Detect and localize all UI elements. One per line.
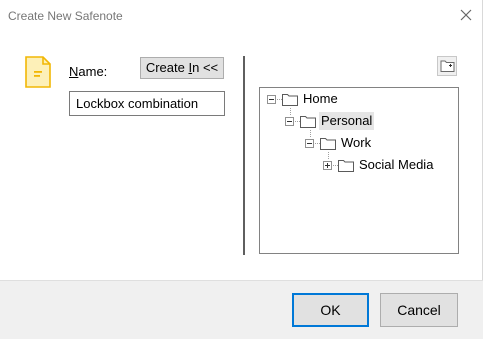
collapse-toggle[interactable] <box>267 95 276 104</box>
title-bar: Create New Safenote <box>0 0 483 31</box>
folder-icon <box>282 94 298 106</box>
dialog-footer: OK Cancel <box>0 280 483 339</box>
create-safenote-dialog: Create New Safenote Name: Create In << L… <box>0 0 483 339</box>
collapse-toggle[interactable] <box>285 117 294 126</box>
create-in-button[interactable]: Create In << <box>140 57 224 79</box>
cancel-button[interactable]: Cancel <box>380 293 458 327</box>
close-icon <box>460 9 472 21</box>
name-label-mnemonic: N <box>69 64 79 79</box>
new-folder-icon <box>440 60 454 72</box>
folder-icon <box>300 116 316 128</box>
tree-node-label-selected: Personal <box>319 112 375 130</box>
note-icon <box>25 56 51 88</box>
name-label: Name: <box>69 64 107 79</box>
folder-icon <box>338 160 354 172</box>
tree-node-personal[interactable]: Personal <box>260 112 458 130</box>
folder-icon <box>320 138 336 150</box>
collapse-toggle[interactable] <box>305 139 314 148</box>
folder-tree[interactable]: Home Personal Work Social Media <box>259 87 459 254</box>
name-input[interactable] <box>69 91 225 116</box>
panel-divider <box>243 56 245 255</box>
tree-node-home[interactable]: Home <box>260 90 458 108</box>
tree-node-social-media[interactable]: Social Media <box>260 156 458 174</box>
tree-node-label: Home <box>303 91 338 106</box>
window-title: Create New Safenote <box>8 9 123 23</box>
tree-node-label: Work <box>341 135 372 150</box>
expand-toggle[interactable] <box>323 161 332 170</box>
close-button[interactable] <box>458 7 474 23</box>
name-label-text: ame: <box>78 64 108 79</box>
create-in-prefix: Create <box>145 60 189 75</box>
tree-node-label: Social Media <box>359 157 434 172</box>
create-in-suffix: n << <box>192 60 219 75</box>
tree-node-work[interactable]: Work <box>260 134 458 152</box>
ok-button[interactable]: OK <box>292 293 369 327</box>
new-folder-button[interactable] <box>437 56 457 76</box>
